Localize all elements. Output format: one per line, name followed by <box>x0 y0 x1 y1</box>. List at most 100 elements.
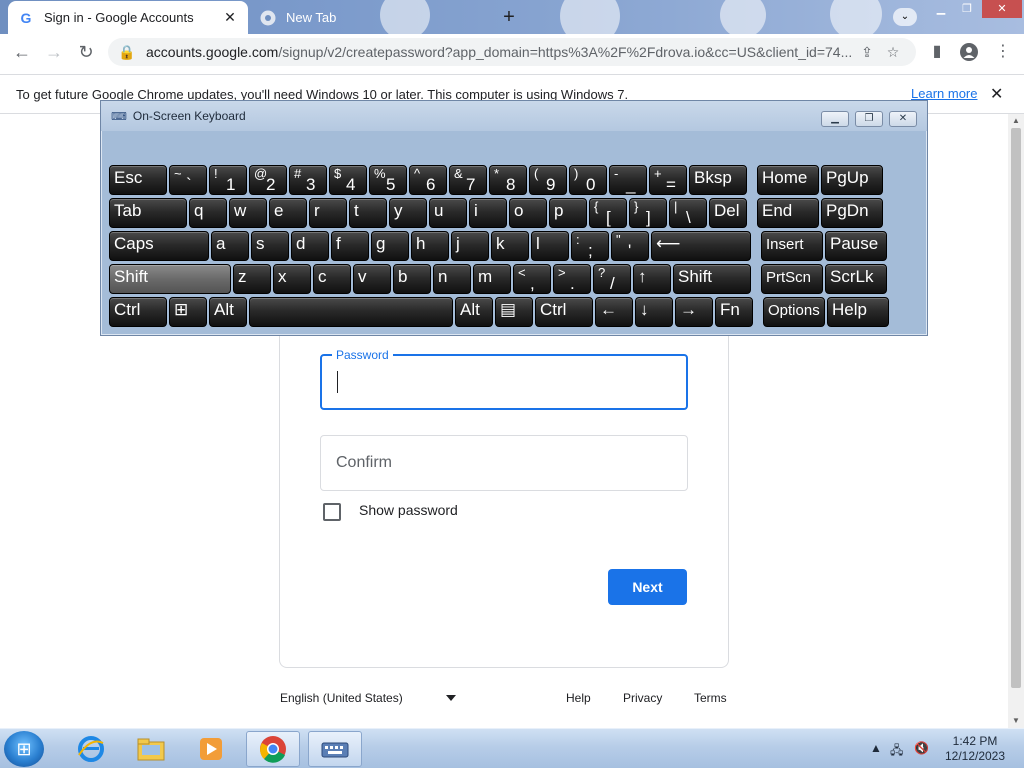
media-player-icon[interactable] <box>184 731 238 767</box>
show-hidden-icons-arrow[interactable]: ▲ <box>870 741 882 755</box>
osk-key-f[interactable]: f <box>331 231 369 261</box>
start-button[interactable]: ⊞ <box>4 731 44 767</box>
password-field[interactable]: Password <box>320 348 688 410</box>
menu-icon[interactable]: ⋮ <box>990 40 1016 64</box>
osk-key-e[interactable]: e <box>269 198 307 228</box>
osk-key-o[interactable]: o <box>509 198 547 228</box>
osk-key-u[interactable]: u <box>429 198 467 228</box>
learn-more-link[interactable]: Learn more <box>911 86 977 101</box>
osk-key-c[interactable]: c <box>313 264 351 294</box>
osk-key-i[interactable]: i <box>469 198 507 228</box>
osk-key-y[interactable]: y <box>389 198 427 228</box>
language-selector[interactable]: English (United States) <box>280 691 403 705</box>
osk-key-h[interactable]: h <box>411 231 449 261</box>
osk-key-symbol[interactable]: ⊞ <box>169 297 207 327</box>
reload-button[interactable]: ↻ <box>70 36 102 68</box>
osk-close-button[interactable]: ✕ <box>889 111 917 127</box>
osk-key-l[interactable]: l <box>531 231 569 261</box>
osk-key-w[interactable]: w <box>229 198 267 228</box>
on-screen-keyboard-taskbar-icon[interactable] <box>308 731 362 767</box>
osk-key-q[interactable]: q <box>189 198 227 228</box>
osk-key-caps[interactable]: Caps <box>109 231 209 261</box>
address-bar[interactable]: 🔒 accounts.google.com/signup/v2/createpa… <box>108 38 916 66</box>
osk-key-9[interactable]: (9 <box>529 165 567 195</box>
osk-key-s[interactable]: s <box>251 231 289 261</box>
osk-key-symbol[interactable]: ← <box>595 297 633 327</box>
osk-key-symbol[interactable]: :; <box>571 231 609 261</box>
osk-key-0[interactable]: ) 0 <box>569 165 607 195</box>
privacy-link[interactable]: Privacy <box>623 691 662 705</box>
help-link[interactable]: Help <box>566 691 591 705</box>
close-window-button[interactable]: ✕ <box>982 0 1022 18</box>
osk-key-end[interactable]: End <box>757 198 819 228</box>
osk-key-bksp[interactable]: Bksp <box>689 165 747 195</box>
osk-key-symbol[interactable]: ⟵ <box>651 231 751 261</box>
restore-button[interactable]: ❐ <box>954 0 980 18</box>
osk-key-symbol[interactable]: {[ <box>589 198 627 228</box>
osk-key-symbol[interactable]: + = <box>649 165 687 195</box>
terms-link[interactable]: Terms <box>694 691 727 705</box>
osk-key-shift[interactable]: Shift <box>109 264 231 294</box>
osk-key-7[interactable]: & 7 <box>449 165 487 195</box>
osk-key-j[interactable]: j <box>451 231 489 261</box>
osk-key-symbol[interactable]: | \ <box>669 198 707 228</box>
osk-key-fn[interactable]: Fn <box>715 297 753 327</box>
osk-key-alt[interactable]: Alt <box>209 297 247 327</box>
osk-key-symbol[interactable]: ~ ` <box>169 165 207 195</box>
osk-key-a[interactable]: a <box>211 231 249 261</box>
osk-key-scrlk[interactable]: ScrLk <box>825 264 887 294</box>
osk-key-symbol[interactable]: <, <box>513 264 551 294</box>
side-panel-icon[interactable]: ▮ <box>924 40 950 64</box>
show-password-label[interactable]: Show password <box>359 502 458 518</box>
osk-key-del[interactable]: Del <box>709 198 747 228</box>
tab-search-button[interactable]: ⌄ <box>893 8 917 26</box>
tab-sign-in[interactable]: G Sign in - Google Accounts ✕ <box>8 1 248 34</box>
next-button[interactable]: Next <box>608 569 687 605</box>
new-tab-button[interactable]: + <box>498 6 520 28</box>
osk-key-alt[interactable]: Alt <box>455 297 493 327</box>
show-password-checkbox[interactable] <box>323 503 341 521</box>
vertical-scrollbar[interactable]: ▲ ▼ <box>1008 114 1024 728</box>
osk-key-x[interactable]: x <box>273 264 311 294</box>
osk-key-esc[interactable]: Esc <box>109 165 167 195</box>
profile-avatar-icon[interactable] <box>956 40 982 64</box>
osk-key-pause[interactable]: Pause <box>825 231 887 261</box>
close-infobar-icon[interactable]: ✕ <box>990 84 1003 104</box>
file-explorer-icon[interactable] <box>124 731 178 767</box>
lock-icon[interactable]: 🔒 <box>118 44 136 61</box>
chevron-down-icon[interactable] <box>446 695 456 701</box>
scroll-up-icon[interactable]: ▲ <box>1008 114 1024 128</box>
scroll-thumb[interactable] <box>1011 128 1021 688</box>
osk-key-6[interactable]: ^ 6 <box>409 165 447 195</box>
osk-key-8[interactable]: * 8 <box>489 165 527 195</box>
osk-key-symbol[interactable]: ↑ <box>633 264 671 294</box>
volume-muted-icon[interactable]: 🔇 <box>914 741 929 755</box>
osk-key-v[interactable]: v <box>353 264 391 294</box>
osk-key-help[interactable]: Help <box>827 297 889 327</box>
osk-key-ctrl[interactable]: Ctrl <box>109 297 167 327</box>
osk-key-shift[interactable]: Shift <box>673 264 751 294</box>
minimize-button[interactable]: ▁ <box>928 0 954 18</box>
osk-key-symbol[interactable]: }] <box>629 198 667 228</box>
osk-key-3[interactable]: #3 <box>289 165 327 195</box>
internet-explorer-icon[interactable] <box>64 731 118 767</box>
osk-key-d[interactable]: d <box>291 231 329 261</box>
network-icon[interactable]: 🖧 <box>890 741 903 762</box>
scroll-down-icon[interactable]: ▼ <box>1008 714 1024 728</box>
osk-restore-button[interactable]: ❐ <box>855 111 883 127</box>
osk-key-pgup[interactable]: PgUp <box>821 165 883 195</box>
osk-key-home[interactable]: Home <box>757 165 819 195</box>
osk-key-4[interactable]: $4 <box>329 165 367 195</box>
osk-key-symbol[interactable]: ▤ <box>495 297 533 327</box>
osk-key-options[interactable]: Options <box>763 297 825 327</box>
osk-key-symbol[interactable]: ? / <box>593 264 631 294</box>
osk-key-symbol[interactable]: - _ <box>609 165 647 195</box>
osk-title-bar[interactable]: ⌨ On-Screen Keyboard <box>101 101 927 131</box>
confirm-field[interactable]: Confirm <box>320 435 688 491</box>
close-tab-icon[interactable]: ✕ <box>222 9 238 26</box>
osk-key-symbol[interactable]: ↓ <box>635 297 673 327</box>
osk-key-insert[interactable]: Insert <box>761 231 823 261</box>
osk-key-t[interactable]: t <box>349 198 387 228</box>
osk-key-space[interactable] <box>249 297 453 327</box>
osk-key-5[interactable]: % 5 <box>369 165 407 195</box>
